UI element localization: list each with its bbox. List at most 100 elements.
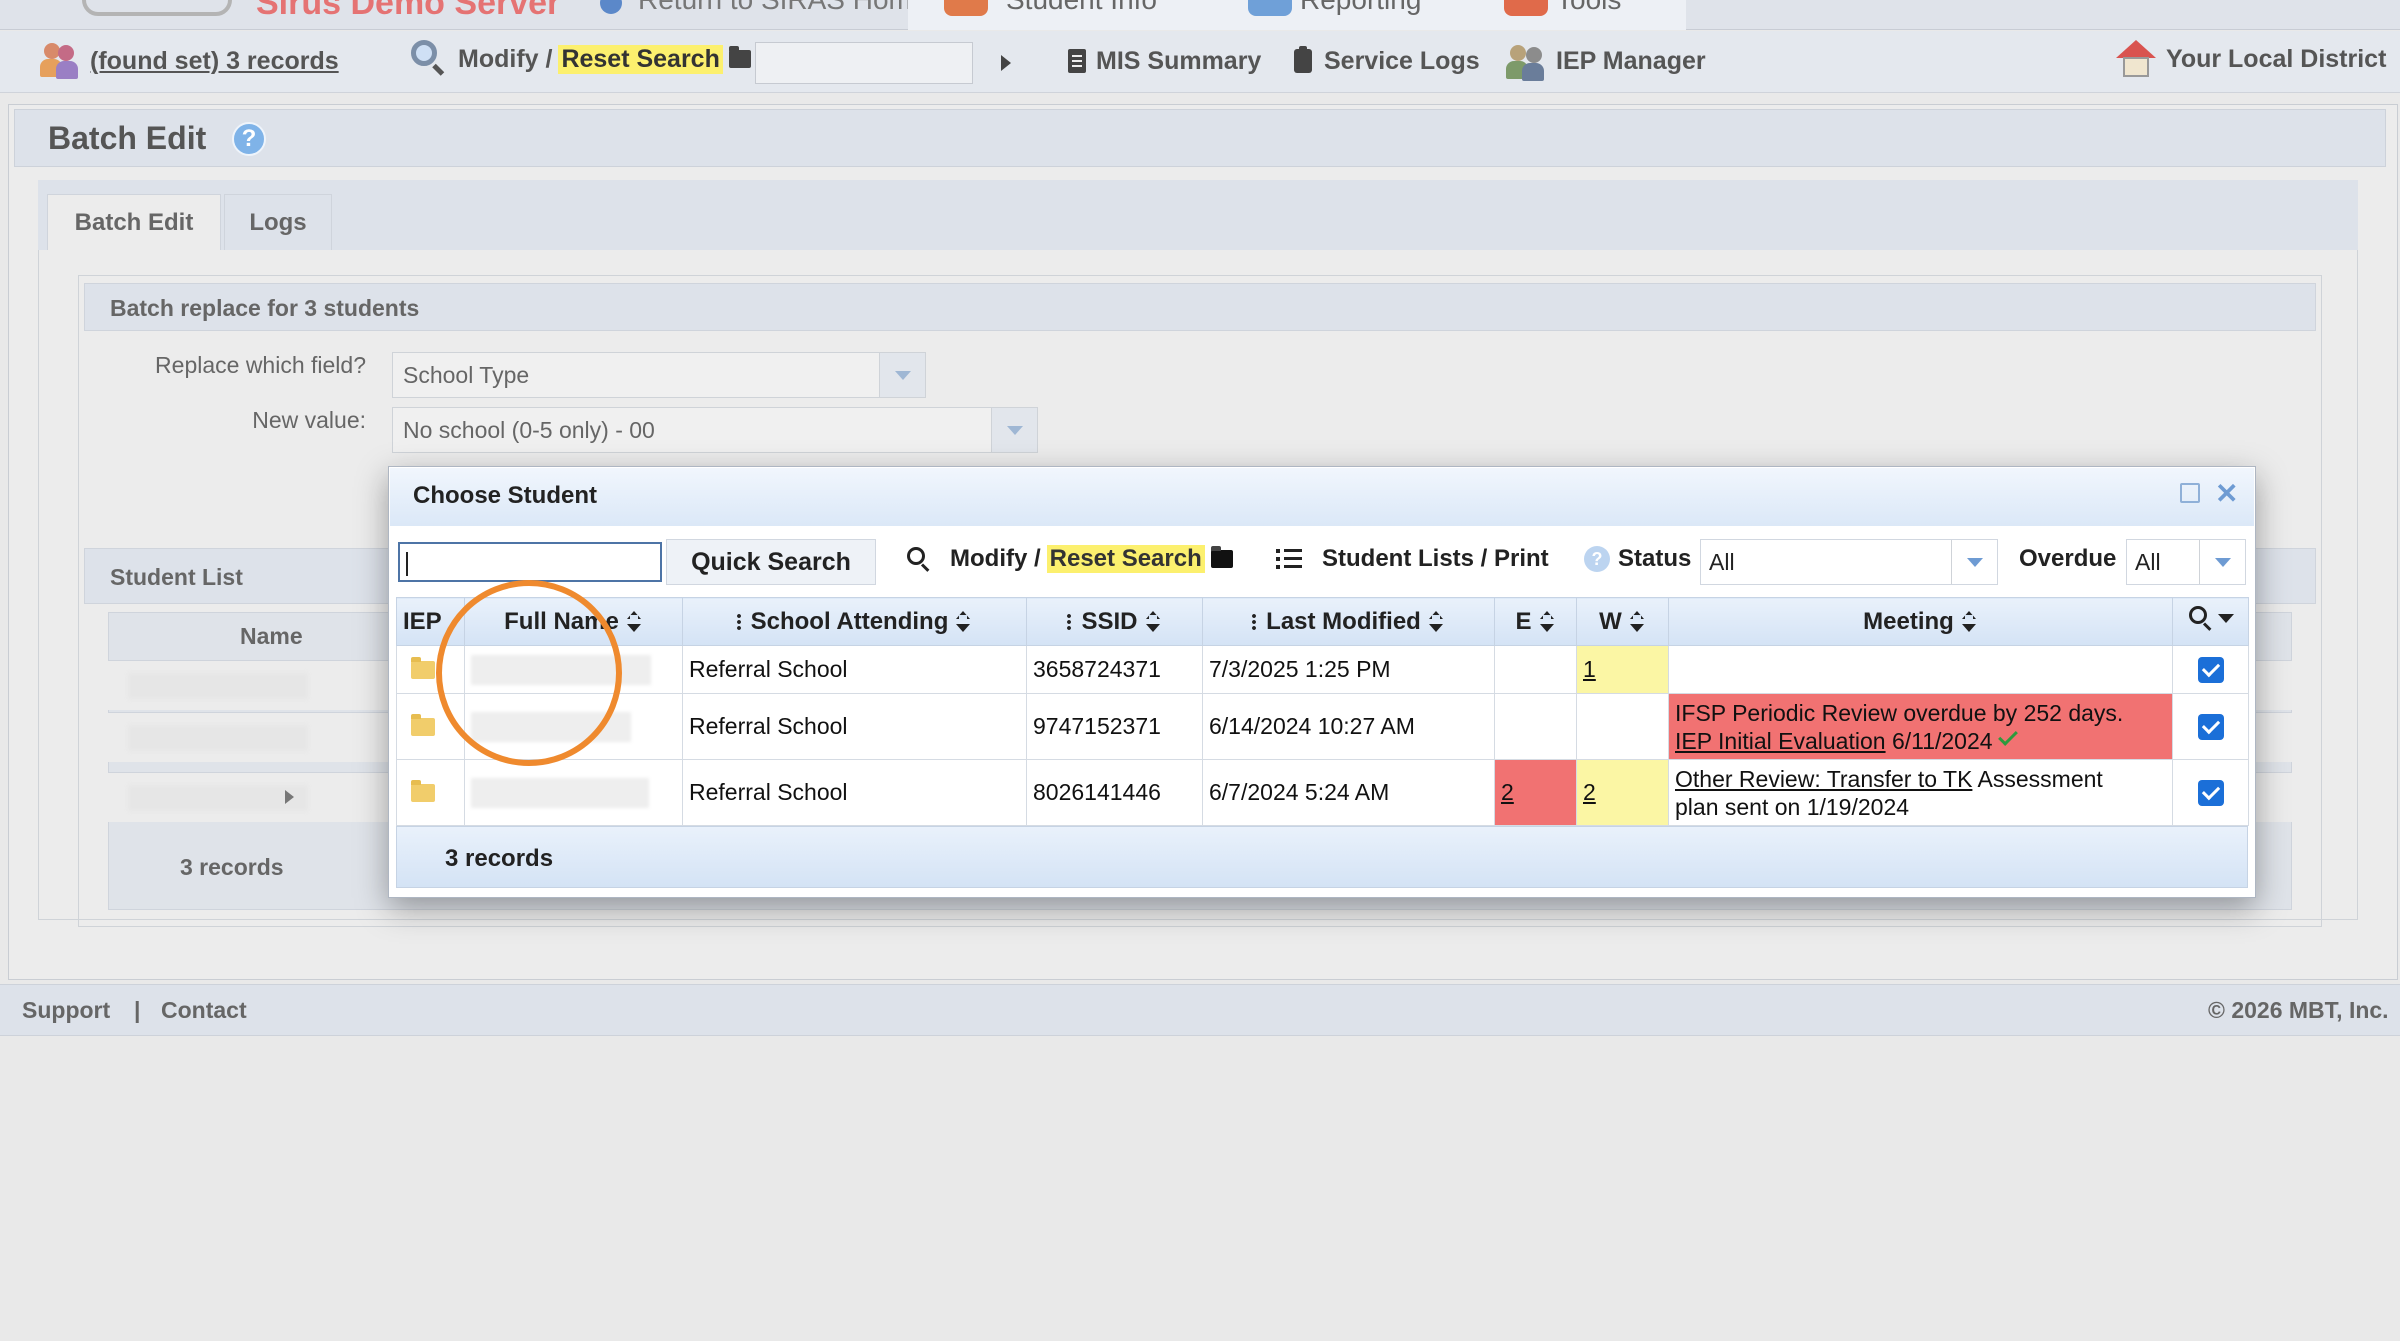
new-value-label: New value: <box>252 407 366 433</box>
select-cell[interactable] <box>2172 759 2249 826</box>
sort-icon[interactable] <box>1960 611 1978 633</box>
col-w[interactable]: W <box>1576 597 1669 646</box>
return-home-icon[interactable] <box>600 0 622 14</box>
reset-search-link[interactable]: Reset Search <box>558 44 723 74</box>
redacted-name[interactable] <box>471 777 649 808</box>
table-header-row: IEP Full Name School Attending SSID Last… <box>396 597 2249 646</box>
server-name: Sirus Demo Server <box>256 0 561 22</box>
row-checkbox[interactable] <box>2197 779 2224 806</box>
found-set-link[interactable]: (found set) 3 records <box>90 47 339 76</box>
folder-icon[interactable] <box>411 656 435 679</box>
tab-reporting[interactable]: Reporting <box>1300 0 1421 16</box>
help-icon[interactable]: ? <box>232 122 266 156</box>
return-home-link[interactable]: Return to SIRAS Home <box>638 0 927 16</box>
district-button[interactable]: Your Local District <box>2114 40 2387 77</box>
search-icon[interactable] <box>2188 605 2214 631</box>
mis-summary-label: MIS Summary <box>1096 46 1262 75</box>
sort-icon[interactable] <box>625 611 643 633</box>
chevron-down-icon[interactable] <box>2199 540 2245 584</box>
e-count-link[interactable]: 2 <box>1501 779 1514 805</box>
table-row[interactable]: Referral School 8026141446 6/7/2024 5:24… <box>396 759 2249 826</box>
col-e[interactable]: E <box>1494 597 1577 646</box>
quick-search-input[interactable] <box>398 542 662 582</box>
drag-handle-icon[interactable] <box>1067 613 1072 632</box>
student-lists-button[interactable]: Student Lists / Print <box>1276 541 1549 577</box>
folder-icon[interactable] <box>411 713 435 736</box>
e-cell <box>1494 693 1577 760</box>
modify-link[interactable]: Modify / <box>458 45 552 74</box>
clipboard-icon <box>1294 46 1312 73</box>
w-cell[interactable]: 2 <box>1576 759 1669 826</box>
popout-icon[interactable] <box>2180 483 2200 503</box>
chevron-down-icon[interactable] <box>1951 540 1997 584</box>
select-cell[interactable] <box>2172 693 2249 760</box>
row-checkbox[interactable] <box>2197 656 2224 683</box>
name-column-header[interactable]: Name <box>240 623 303 650</box>
w-count-link[interactable]: 2 <box>1583 779 1596 805</box>
table-row[interactable]: Referral School 9747152371 6/14/2024 10:… <box>396 693 2249 760</box>
col-ssid[interactable]: SSID <box>1026 597 1203 646</box>
e-cell[interactable]: 2 <box>1494 759 1577 826</box>
list-icon <box>1276 549 1302 569</box>
service-logs-button[interactable]: Service Logs <box>1294 44 1480 78</box>
row-checkbox[interactable] <box>2197 713 2224 740</box>
tools-icon <box>1504 0 1548 16</box>
ssid-cell: 8026141446 <box>1026 759 1203 826</box>
w-cell[interactable]: 1 <box>1576 645 1669 694</box>
iep-manager-label: IEP Manager <box>1556 46 1706 75</box>
sort-icon[interactable] <box>1628 611 1646 633</box>
new-value-select[interactable]: No school (0-5 only) - 00 <box>392 407 1038 453</box>
status-select[interactable]: All <box>1700 539 1998 585</box>
sort-icon[interactable] <box>954 611 972 633</box>
tab-tools[interactable]: Tools <box>1556 0 1621 16</box>
batch-header-text: Batch replace for 3 students <box>110 295 420 321</box>
dialog-reset-search-link[interactable]: Reset Search <box>1046 545 1205 573</box>
chevron-down-icon[interactable] <box>879 353 925 397</box>
sort-icon[interactable] <box>1144 611 1162 633</box>
contact-link[interactable]: Contact <box>161 997 247 1024</box>
chevron-down-icon[interactable] <box>2217 613 2234 623</box>
status-value: All <box>1709 548 1735 575</box>
close-icon[interactable]: ✕ <box>2215 480 2238 508</box>
district-label: Your Local District <box>2166 44 2387 73</box>
toolbar-search-input[interactable] <box>755 42 973 84</box>
quick-search-button[interactable]: Quick Search <box>666 539 876 585</box>
meeting-link[interactable]: IEP Initial Evaluation <box>1675 728 1886 754</box>
col-select[interactable] <box>2172 597 2249 646</box>
table-row[interactable]: Referral School 3658724371 7/3/2025 1:25… <box>396 645 2249 694</box>
folder-icon[interactable] <box>411 779 435 802</box>
drag-handle-icon[interactable] <box>736 613 741 632</box>
records-count: 3 records <box>445 845 554 872</box>
w-count-link[interactable]: 1 <box>1583 656 1596 682</box>
chevron-down-icon[interactable] <box>991 408 1037 452</box>
iep-manager-button[interactable]: IEP Manager <box>1504 44 1706 81</box>
overdue-select[interactable]: All <box>2126 539 2246 585</box>
tab-logs[interactable]: Logs <box>224 194 332 250</box>
expand-arrow-icon[interactable] <box>285 790 294 804</box>
col-last-modified[interactable]: Last Modified <box>1202 597 1495 646</box>
drag-handle-icon[interactable] <box>1252 613 1257 632</box>
meeting-link[interactable]: Other Review: Transfer to TK <box>1675 766 1972 792</box>
select-cell[interactable] <box>2172 645 2249 694</box>
help-icon[interactable]: ? <box>1584 546 1610 572</box>
dialog-footer <box>396 826 2248 888</box>
tab-batch-edit[interactable]: Batch Edit <box>47 194 221 250</box>
sort-icon[interactable] <box>1427 611 1445 633</box>
folder-icon[interactable] <box>728 46 751 68</box>
replace-field-select[interactable]: School Type <box>392 352 926 398</box>
support-link[interactable]: Support <box>22 997 110 1024</box>
folder-icon[interactable] <box>1210 546 1233 568</box>
tab-student-info[interactable]: Student Info <box>1006 0 1157 16</box>
iep-folder-cell[interactable] <box>396 759 465 826</box>
toolbar-go-button[interactable] <box>986 44 1026 82</box>
dialog-modify-link[interactable]: Modify / <box>950 545 1041 573</box>
col-school-attending[interactable]: School Attending <box>682 597 1027 646</box>
col-meeting[interactable]: Meeting <box>1668 597 2173 646</box>
meeting-cell: Other Review: Transfer to TK Assessment … <box>1668 759 2173 826</box>
mis-summary-button[interactable]: MIS Summary <box>1068 44 1261 78</box>
found-set-button[interactable]: (found set) 3 records <box>38 43 339 79</box>
sort-icon[interactable] <box>1538 611 1556 633</box>
reporting-icon <box>1248 0 1292 16</box>
service-logs-label: Service Logs <box>1324 46 1480 75</box>
siras-logo[interactable] <box>0 0 235 26</box>
